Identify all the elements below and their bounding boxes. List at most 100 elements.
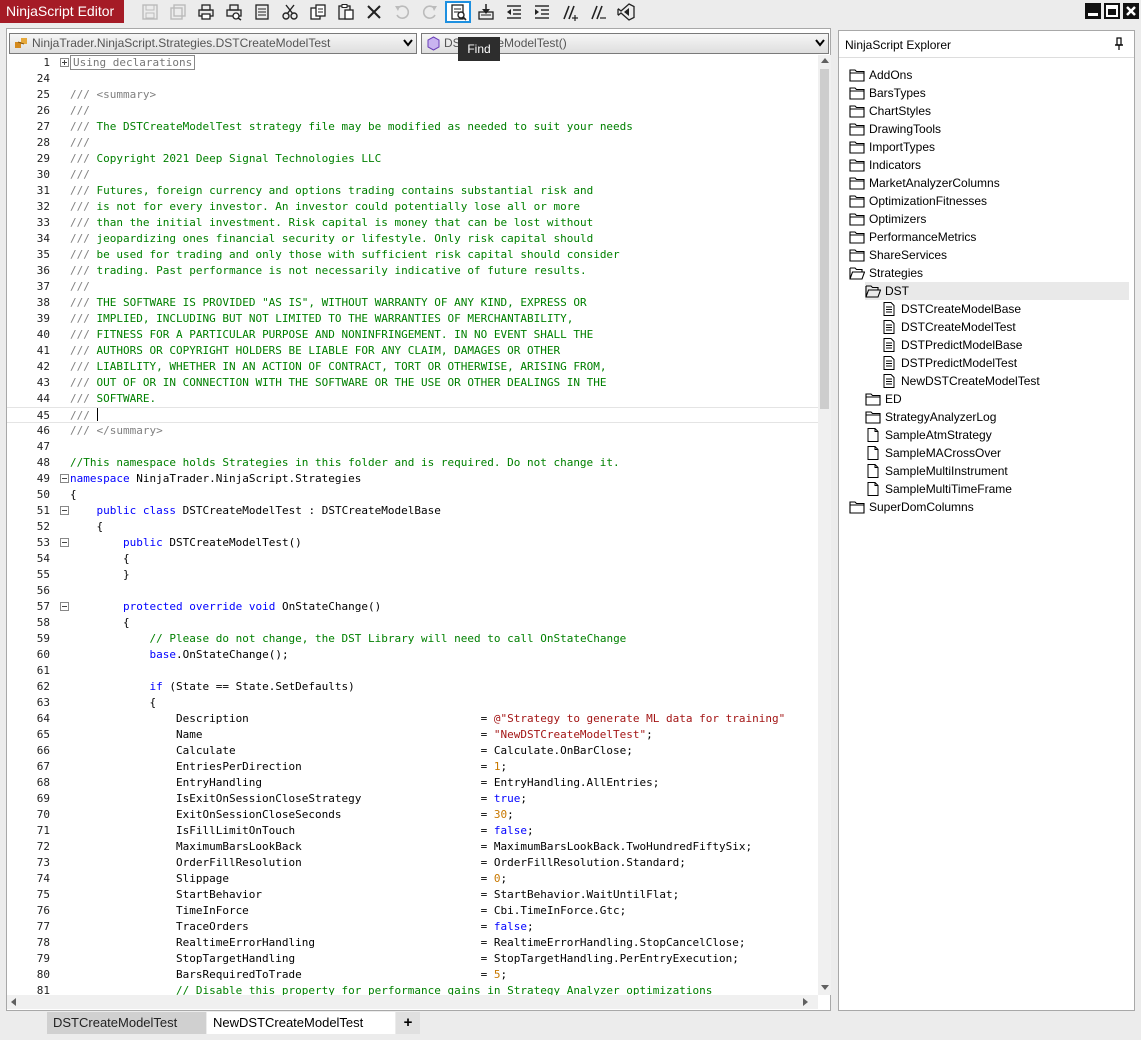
find-icon[interactable]	[445, 1, 471, 23]
explorer-item[interactable]: ChartStyles	[849, 102, 1129, 120]
code-line[interactable]: 28 ///	[7, 135, 818, 151]
code-line[interactable]: 37 ///	[7, 279, 818, 295]
code-line[interactable]: 32 /// is not for every investor. An inve…	[7, 199, 818, 215]
copy-icon[interactable]	[307, 2, 329, 22]
code-line[interactable]: 51 public class DSTCreateModelTest : DST…	[7, 503, 818, 519]
save-all-icon[interactable]	[167, 2, 189, 22]
code-line[interactable]: 54 {	[7, 551, 818, 567]
explorer-item[interactable]: AddOns	[849, 66, 1129, 84]
explorer-item[interactable]: SampleMultiInstrument	[865, 462, 1129, 480]
compile-icon[interactable]	[475, 2, 497, 22]
code-line[interactable]: 71 IsFillLimitOnTouch = false;	[7, 823, 818, 839]
explorer-item[interactable]: Indicators	[849, 156, 1129, 174]
vertical-scroll-thumb[interactable]	[820, 69, 829, 409]
code-line[interactable]: 76 TimeInForce = Cbi.TimeInForce.Gtc;	[7, 903, 818, 919]
outdent-icon[interactable]	[503, 2, 525, 22]
explorer-item[interactable]: SampleMACrossOver	[865, 444, 1129, 462]
undo-icon[interactable]	[391, 2, 413, 22]
code-line[interactable]: 62 if (State == State.SetDefaults)	[7, 679, 818, 695]
uncomment-icon[interactable]	[587, 2, 609, 22]
comment-icon[interactable]	[559, 2, 581, 22]
code-line[interactable]: 70 ExitOnSessionCloseSeconds = 30;	[7, 807, 818, 823]
print-preview-icon[interactable]	[223, 2, 245, 22]
maximize-icon[interactable]	[1104, 3, 1120, 19]
code-line[interactable]: 36 /// trading. Past performance is not n…	[7, 263, 818, 279]
explorer-item[interactable]: DSTCreateModelBase	[881, 300, 1129, 318]
code-line[interactable]: 49 namespace NinjaTrader.NinjaScript.Stra…	[7, 471, 818, 487]
explorer-item[interactable]: NewDSTCreateModelTest	[881, 372, 1129, 390]
tab-newdstcreatemodeltest[interactable]: NewDSTCreateModelTest	[207, 1012, 395, 1034]
code-line[interactable]: 41 /// AUTHORS OR COPYRIGHT HOLDERS BE LI…	[7, 343, 818, 359]
explorer-item[interactable]: StrategyAnalyzerLog	[865, 408, 1129, 426]
indent-icon[interactable]	[531, 2, 553, 22]
explorer-item[interactable]: BarsTypes	[849, 84, 1129, 102]
code-line[interactable]: 24	[7, 71, 818, 87]
code-line[interactable]: 33 /// than the initial investment. Risk …	[7, 215, 818, 231]
code-line[interactable]: 69 IsExitOnSessionCloseStrategy = true;	[7, 791, 818, 807]
code-line[interactable]: 58 {	[7, 615, 818, 631]
collapse-icon[interactable]	[60, 538, 69, 547]
code-line[interactable]: 47	[7, 439, 818, 455]
explorer-item[interactable]: ShareServices	[849, 246, 1129, 264]
collapse-icon[interactable]	[60, 602, 69, 611]
code-line[interactable]: 46 /// </summary>	[7, 423, 818, 439]
code-line[interactable]: 50 {	[7, 487, 818, 503]
explorer-item[interactable]: Optimizers	[849, 210, 1129, 228]
code-line[interactable]: 61	[7, 663, 818, 679]
code-line[interactable]: 45 ///	[7, 407, 818, 423]
explorer-item[interactable]: Strategies	[849, 264, 1129, 282]
code-line[interactable]: 66 Calculate = Calculate.OnBarClose;	[7, 743, 818, 759]
code-line[interactable]: 64 Description = @"Strategy to generate …	[7, 711, 818, 727]
pin-icon[interactable]	[1114, 37, 1124, 51]
add-tab-button[interactable]: +	[396, 1012, 420, 1034]
code-line[interactable]: 55 }	[7, 567, 818, 583]
visual-studio-icon[interactable]	[615, 2, 637, 22]
code-line[interactable]: 56	[7, 583, 818, 599]
code-line[interactable]: 74 Slippage = 0;	[7, 871, 818, 887]
scroll-up-icon[interactable]	[821, 58, 829, 63]
explorer-item[interactable]: DrawingTools	[849, 120, 1129, 138]
minimize-icon[interactable]	[1085, 3, 1101, 19]
expand-icon[interactable]	[60, 58, 69, 67]
explorer-item[interactable]: MarketAnalyzerColumns	[849, 174, 1129, 192]
code-line[interactable]: 60 base.OnStateChange();	[7, 647, 818, 663]
scroll-left-icon[interactable]	[11, 998, 16, 1006]
code-line[interactable]: 30 ///	[7, 167, 818, 183]
code-line[interactable]: 40 /// FITNESS FOR A PARTICULAR PURPOSE A…	[7, 327, 818, 343]
code-line[interactable]: 1 Using declarations	[7, 55, 818, 71]
close-icon[interactable]	[1123, 3, 1139, 19]
code-line[interactable]: 68 EntryHandling = EntryHandling.AllEntr…	[7, 775, 818, 791]
paste-icon[interactable]	[335, 2, 357, 22]
explorer-item[interactable]: DST	[865, 282, 1129, 300]
code-line[interactable]: 75 StartBehavior = StartBehavior.WaitUnt…	[7, 887, 818, 903]
cut-icon[interactable]	[279, 2, 301, 22]
explorer-item[interactable]: PerformanceMetrics	[849, 228, 1129, 246]
explorer-item[interactable]: ED	[865, 390, 1129, 408]
explorer-item[interactable]: SampleAtmStrategy	[865, 426, 1129, 444]
code-line[interactable]: 52 {	[7, 519, 818, 535]
code-line[interactable]: 72 MaximumBarsLookBack = MaximumBarsLook…	[7, 839, 818, 855]
page-setup-icon[interactable]	[251, 2, 273, 22]
scroll-right-icon[interactable]	[803, 998, 808, 1006]
code-line[interactable]: 59 // Please do not change, the DST Libr…	[7, 631, 818, 647]
code-line[interactable]: 77 TraceOrders = false;	[7, 919, 818, 935]
explorer-item[interactable]: DSTCreateModelTest	[881, 318, 1129, 336]
code-line[interactable]: 26 ///	[7, 103, 818, 119]
explorer-item[interactable]: DSTPredictModelBase	[881, 336, 1129, 354]
delete-icon[interactable]	[363, 2, 385, 22]
code-line[interactable]: 42 /// LIABILITY, WHETHER IN AN ACTION OF…	[7, 359, 818, 375]
code-line[interactable]: 35 /// be used for trading and only those…	[7, 247, 818, 263]
explorer-item[interactable]: SuperDomColumns	[849, 498, 1129, 516]
explorer-item[interactable]: ImportTypes	[849, 138, 1129, 156]
code-line[interactable]: 39 /// IMPLIED, INCLUDING BUT NOT LIMITED…	[7, 311, 818, 327]
code-line[interactable]: 53 public DSTCreateModelTest()	[7, 535, 818, 551]
horizontal-scrollbar[interactable]	[7, 995, 818, 1009]
code-line[interactable]: 65 Name = "NewDSTCreateModelTest";	[7, 727, 818, 743]
code-line[interactable]: 48 //This namespace holds Strategies in t…	[7, 455, 818, 471]
explorer-item[interactable]: OptimizationFitnesses	[849, 192, 1129, 210]
class-selector[interactable]: NinjaTrader.NinjaScript.Strategies.DSTCr…	[9, 33, 417, 54]
redo-icon[interactable]	[419, 2, 441, 22]
collapse-icon[interactable]	[60, 474, 69, 483]
code-line[interactable]: 29 /// Copyright 2021 Deep Signal Technol…	[7, 151, 818, 167]
code-line[interactable]: 38 /// THE SOFTWARE IS PROVIDED "AS IS", …	[7, 295, 818, 311]
